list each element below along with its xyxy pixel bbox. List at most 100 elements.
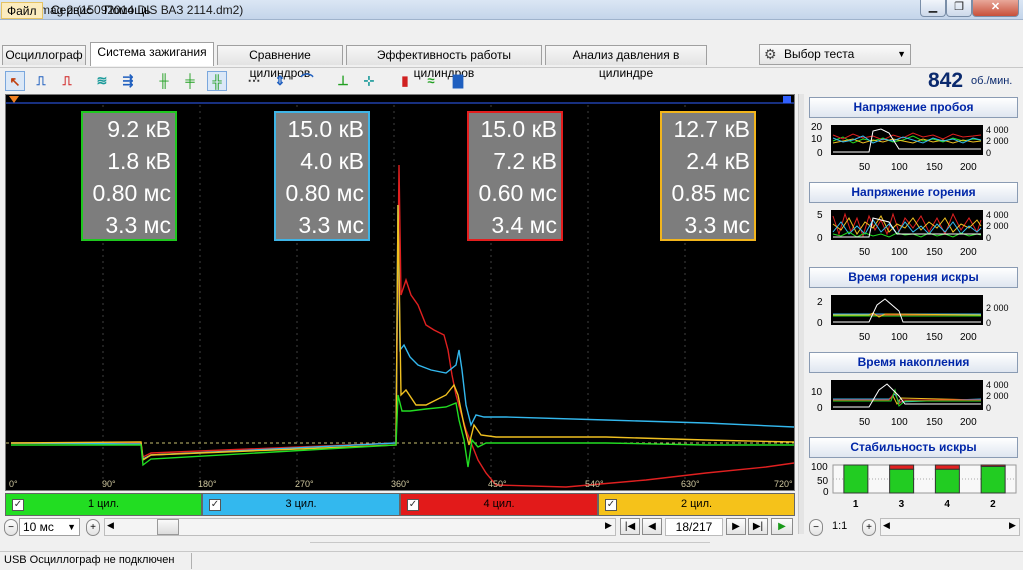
cursor-tool-icon[interactable]: ↖ xyxy=(5,71,25,91)
chevron-down-icon: ▼ xyxy=(67,522,76,532)
cylinder-2-toggle[interactable]: ✓ 2 цил. xyxy=(598,493,795,516)
degree-tick: 0° xyxy=(9,479,18,489)
cylinder-1-dwell-time: 3.3 мс xyxy=(105,212,171,238)
x-tick: 200 xyxy=(960,162,977,173)
dwell-time-header[interactable]: Время накопления xyxy=(809,352,1018,373)
cylinder-4-checkbox[interactable]: ✓ xyxy=(407,499,419,511)
oscilloscope-view[interactable]: 9.2 кВ 1.8 кВ 0.80 мс 3.3 мс 15.0 кВ 4.0… xyxy=(5,94,795,491)
rpm-tick: 2 000 xyxy=(986,221,1009,231)
ms-measure-icon[interactable]: ⊥ xyxy=(333,71,353,91)
tab-oscilloscope[interactable]: Осциллограф xyxy=(2,45,86,65)
rising-edge-icon[interactable]: ⎍ xyxy=(31,71,51,91)
parade-view-icon[interactable]: ╫ xyxy=(154,71,174,91)
cylinder-1-checkbox[interactable]: ✓ xyxy=(12,499,24,511)
raster-view-icon[interactable]: ╬ xyxy=(207,71,227,91)
chevron-down-icon: ▼ xyxy=(897,49,906,59)
cylinder-1-label: 1 цил. xyxy=(87,498,120,510)
cylinder-3-label: 3 цил. xyxy=(285,498,317,510)
panel-scrollbar[interactable]: ◀ ▶ xyxy=(880,518,1020,536)
scroll-left-icon[interactable]: ◀ xyxy=(883,520,890,531)
breakdown-voltage-header[interactable]: Напряжение пробоя xyxy=(809,97,1018,118)
cylinder-order-icon[interactable]: ⇶ xyxy=(118,71,138,91)
test-select-dropdown[interactable]: ⚙ Выбор теста ▼ xyxy=(759,44,911,65)
x-tick: 200 xyxy=(960,417,977,428)
tab-ignition-system[interactable]: Система зажигания xyxy=(90,42,214,66)
x-tick: 100 xyxy=(891,332,908,343)
rpm-tick: 2 000 xyxy=(986,303,1009,313)
tab-cylinder-comparison[interactable]: Сравнение цилиндров xyxy=(217,45,343,80)
x-tick: 150 xyxy=(926,247,943,258)
previous-frame-button[interactable]: ◀ xyxy=(642,518,662,535)
zoom-in-button[interactable]: + xyxy=(86,519,100,536)
cylinder-1-burn-time: 0.80 мс xyxy=(92,180,171,206)
breakdown-voltage-chart: 20 10 0 4 000 2 000 0 50 100 150 200 xyxy=(809,119,1018,177)
rpm-tick: 4 000 xyxy=(986,125,1009,135)
cylinder-3-toggle[interactable]: ✓ 3 цил. xyxy=(202,493,400,516)
cylinder-4-toggle[interactable]: ✓ 4 цил. xyxy=(400,493,598,516)
x-tick: 150 xyxy=(926,332,943,343)
rpm-tick: 2 000 xyxy=(986,136,1009,146)
menu-help[interactable]: Помощь xyxy=(99,2,155,19)
cylinder-2-checkbox[interactable]: ✓ xyxy=(605,499,617,511)
play-button[interactable]: ▶ xyxy=(771,518,793,535)
sync-icon[interactable]: ≋ xyxy=(92,71,112,91)
last-frame-button[interactable]: ▶| xyxy=(748,518,768,535)
burn-voltage-chart: 5 0 4 000 2 000 0 50 100 150 200 xyxy=(809,204,1018,262)
cylinder-2-breakdown-voltage: 12.7 кВ xyxy=(673,116,750,142)
cylinder-2-label: 2 цил. xyxy=(680,498,713,510)
vertical-scale-icon[interactable]: ⇕ xyxy=(270,71,290,91)
resize-grip[interactable] xyxy=(310,542,710,548)
maximize-button[interactable]: ❐ xyxy=(946,0,972,17)
x-tick: 150 xyxy=(926,417,943,428)
spark-stability-header[interactable]: Стабильность искры xyxy=(809,437,1018,458)
panel-zoom-out-button[interactable]: − xyxy=(809,519,823,536)
histogram-icon[interactable]: ▇ xyxy=(448,71,468,91)
panel-splitter[interactable] xyxy=(798,94,804,534)
first-frame-button[interactable]: |◀ xyxy=(620,518,640,535)
y-tick: 0 xyxy=(817,403,823,414)
rpm-tick: 0 xyxy=(986,403,991,413)
rpm-tick: 4 000 xyxy=(986,380,1009,390)
menu-service[interactable]: Сервис xyxy=(46,2,97,19)
cylinder-4-label: 4 цил. xyxy=(483,498,515,510)
falling-edge-icon[interactable]: ⎍ xyxy=(57,71,77,91)
tab-pressure-analysis[interactable]: Анализ давления в цилиндре xyxy=(545,45,707,80)
trend-chart-icon[interactable]: ≈ xyxy=(421,71,441,91)
spark-burn-time-header[interactable]: Время горения искры xyxy=(809,267,1018,288)
degree-tick: 180° xyxy=(198,479,217,489)
time-scale-select[interactable]: 10 мс ▼ xyxy=(19,518,80,536)
cylinder-2-burn-voltage: 2.4 кВ xyxy=(686,148,750,174)
overlay-view-icon[interactable]: ╪ xyxy=(180,71,200,91)
kv-measure-icon[interactable]: ⊹ xyxy=(359,71,379,91)
cylinder-1-toggle[interactable]: ✓ 1 цил. xyxy=(5,493,202,516)
scroll-right-icon[interactable]: ▶ xyxy=(1009,520,1016,531)
close-button[interactable]: ✕ xyxy=(972,0,1019,17)
next-frame-button[interactable]: ▶ xyxy=(726,518,746,535)
minimize-button[interactable]: ▁ xyxy=(920,0,946,17)
menu-bar xyxy=(0,21,1023,41)
x-tick: 100 xyxy=(891,417,908,428)
panel-zoom-in-button[interactable]: + xyxy=(862,519,876,536)
burn-voltage-header[interactable]: Напряжение горения xyxy=(809,182,1018,203)
horizontal-scale-icon[interactable]: ⌒ xyxy=(297,71,317,91)
cylinder-2-burn-time: 0.85 мс xyxy=(671,180,750,206)
tab-cylinder-efficiency[interactable]: Эффективность работы цилиндров xyxy=(346,45,542,80)
cylinder-3-readout-box: 15.0 кВ 4.0 кВ 0.80 мс 3.3 мс xyxy=(274,111,370,241)
stability-category-label: 2 xyxy=(990,499,996,510)
zoom-out-button[interactable]: − xyxy=(4,519,18,536)
horizontal-scrollbar[interactable]: ◀ ▶ xyxy=(104,518,616,536)
bar-report-icon[interactable]: ▮ xyxy=(395,71,415,91)
scroll-left-icon[interactable]: ◀ xyxy=(107,520,114,531)
cylinder-4-dwell-time: 3.4 мс xyxy=(491,212,557,238)
scroll-thumb[interactable] xyxy=(157,519,179,535)
rpm-tick: 0 xyxy=(986,148,991,158)
menu-file[interactable]: Файл xyxy=(1,2,43,19)
scroll-right-icon[interactable]: ▶ xyxy=(605,520,612,531)
cylinder-3-checkbox[interactable]: ✓ xyxy=(209,499,221,511)
degree-tick: 630° xyxy=(681,479,700,489)
dotted-line-icon[interactable]: ⋯ xyxy=(244,71,264,91)
stability-category-label: 4 xyxy=(944,499,950,510)
frame-counter: 18/217 xyxy=(665,518,723,536)
spark-burn-time-chart: 2 0 2 000 0 50 100 150 200 xyxy=(809,289,1018,347)
stability-category-label: 3 xyxy=(899,499,905,510)
